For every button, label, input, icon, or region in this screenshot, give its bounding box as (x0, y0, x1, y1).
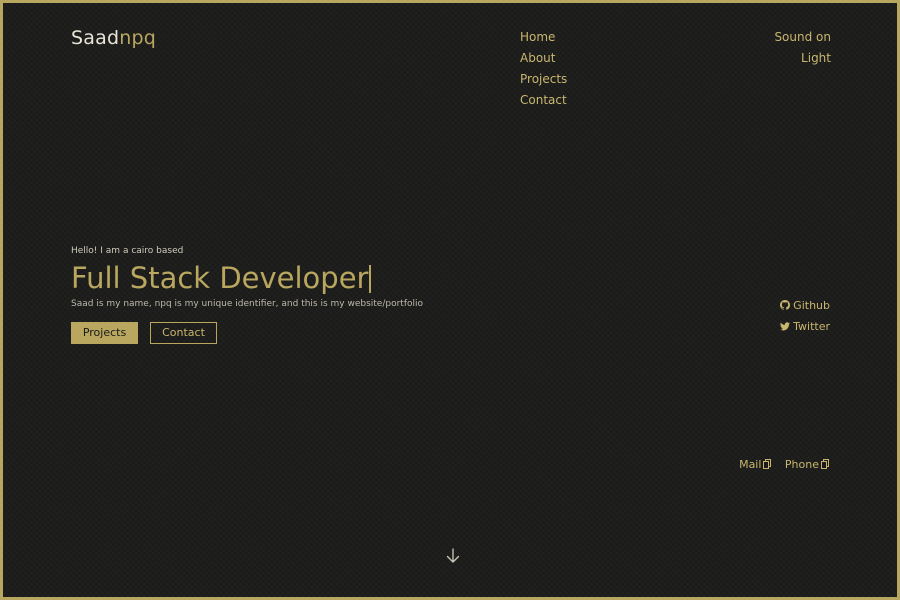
nav-item-projects[interactable]: Projects (520, 69, 567, 90)
hero-title-text: Full Stack Developer (71, 261, 369, 295)
logo-name: Saad (71, 27, 120, 49)
hero-greeting: Hello! I am a cairo based (71, 246, 184, 256)
twitter-label: Twitter (793, 320, 830, 333)
hero-title: Full Stack Developer (71, 261, 372, 295)
phone-copy[interactable]: Phone (785, 458, 829, 471)
contact-button[interactable]: Contact (150, 322, 217, 344)
copy-icon (763, 459, 772, 469)
projects-button[interactable]: Projects (71, 322, 138, 344)
mail-label: Mail (739, 458, 762, 471)
typing-caret (369, 265, 372, 293)
nav-item-home[interactable]: Home (520, 27, 567, 48)
twitter-link[interactable]: Twitter (780, 316, 830, 337)
page-frame: Saadnpq Home About Projects Contact Soun… (0, 0, 900, 600)
theme-toggle[interactable]: Light (774, 48, 831, 69)
logo-identifier: npq (119, 27, 156, 49)
preferences: Sound on Light (774, 27, 831, 69)
main-nav: Home About Projects Contact (520, 27, 567, 111)
social-links: Github Twitter (780, 295, 830, 337)
nav-item-contact[interactable]: Contact (520, 90, 567, 111)
twitter-icon (780, 322, 791, 331)
site-logo[interactable]: Saadnpq (71, 27, 156, 49)
copy-icon (821, 459, 829, 469)
github-label: Github (793, 299, 830, 312)
github-link[interactable]: Github (780, 295, 830, 316)
hero-tagline: Saad is my name, npq is my unique identi… (71, 299, 424, 309)
arrow-down-icon[interactable] (445, 548, 461, 564)
mail-copy[interactable]: Mail (739, 458, 772, 471)
phone-label: Phone (784, 458, 819, 471)
contact-copy-links: Mail Phone (729, 458, 829, 471)
github-icon (780, 300, 791, 310)
nav-item-about[interactable]: About (520, 48, 567, 69)
sound-toggle[interactable]: Sound on (774, 27, 831, 48)
